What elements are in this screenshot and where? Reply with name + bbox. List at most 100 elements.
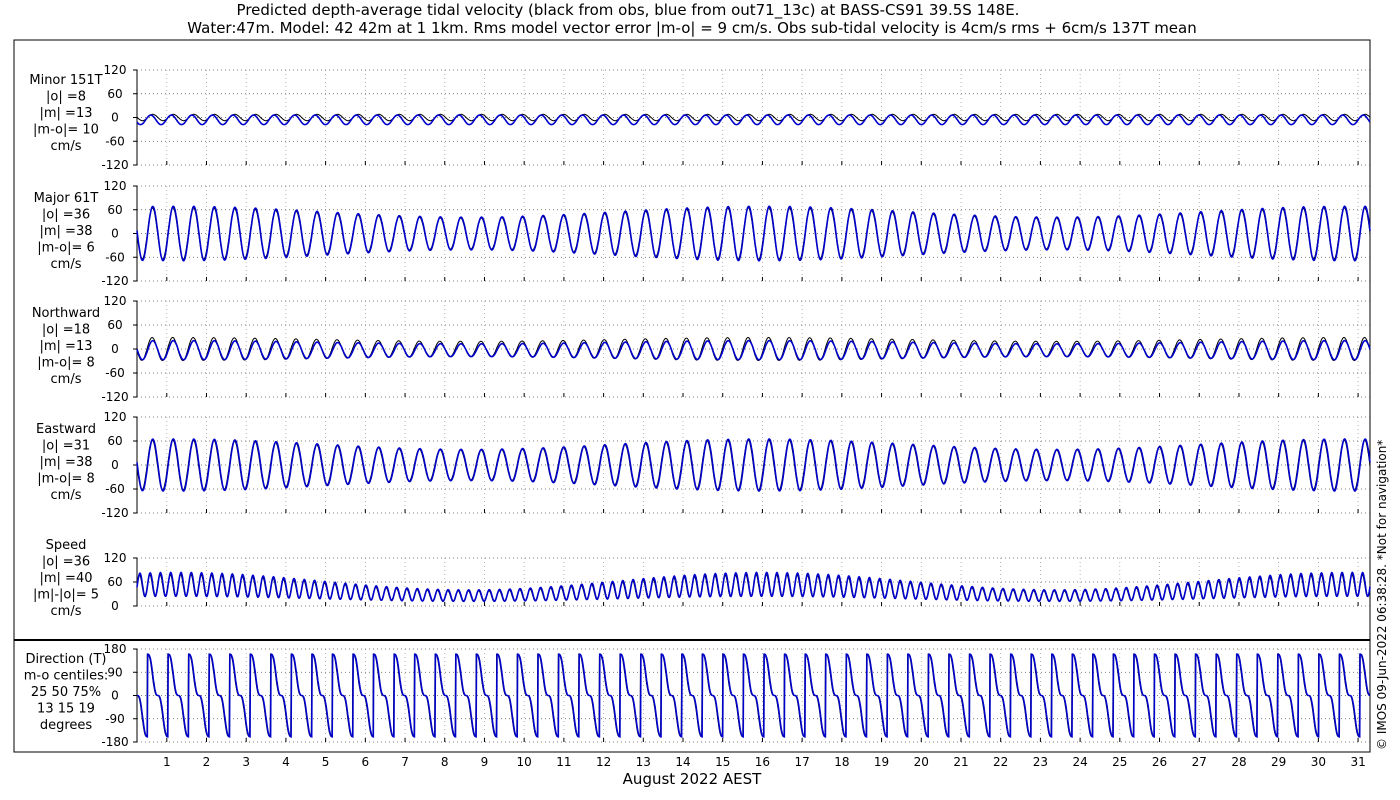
x-tick-label: 5 — [322, 755, 330, 769]
y-tick-label: -60 — [105, 482, 125, 496]
x-tick-label: 16 — [755, 755, 770, 769]
x-tick-label: 24 — [1072, 755, 1087, 769]
y-tick-label: 180 — [104, 642, 127, 656]
x-tick-label: 12 — [596, 755, 611, 769]
panel-label-line: degrees — [40, 718, 93, 733]
x-tick-label: 21 — [953, 755, 968, 769]
panel-label-line: |m-o|= 6 — [37, 241, 95, 256]
y-tick-label: -120 — [101, 390, 128, 404]
y-tick-label: 120 — [104, 410, 127, 424]
panel-label-line: |m|-|o|= 5 — [33, 588, 99, 603]
x-tick-label: 27 — [1192, 755, 1207, 769]
x-tick-label: 20 — [914, 755, 929, 769]
x-tick-label: 19 — [874, 755, 889, 769]
x-tick-label: 22 — [993, 755, 1008, 769]
panel-label-line: |m| =38 — [40, 224, 93, 239]
panel-major: 120 60 0 -60 -120 Major 61T |o| =36|m| =38 |m-o… — [34, 179, 1371, 288]
series-line-model-major — [136, 205, 1371, 262]
y-tick-label: 60 — [107, 575, 122, 589]
x-tick-label: 26 — [1152, 755, 1167, 769]
x-tick-label: 3 — [242, 755, 250, 769]
series-line-model-northward — [136, 339, 1371, 361]
panel-speed: 120 60 0 Speed |o| =36|m| =40 |m|-|o|= 5cm/s — [33, 538, 1371, 619]
y-tick-label: 120 — [104, 294, 127, 308]
y-tick-label: -120 — [101, 506, 128, 520]
y-tick-label: 0 — [111, 111, 119, 125]
panel-label-line: Northward — [32, 306, 100, 321]
x-tick-label: 8 — [441, 755, 449, 769]
x-tick-label: 15 — [715, 755, 730, 769]
panel-label-line: cm/s — [51, 139, 82, 154]
panel-label-line: cm/s — [51, 257, 82, 272]
y-tick-label: 60 — [107, 318, 122, 332]
y-tick-label: 120 — [104, 179, 127, 193]
panel-label-line: |m| =40 — [40, 571, 93, 586]
panel-label-line: |o| =18 — [42, 323, 90, 338]
x-tick-label: 2 — [203, 755, 211, 769]
y-tick-label: 0 — [111, 689, 119, 703]
panel-label-line: |m| =13 — [40, 339, 93, 354]
panel-label-line: cm/s — [51, 604, 82, 619]
panel-label-line: Direction (T) — [26, 652, 107, 667]
x-tick-label: 30 — [1311, 755, 1326, 769]
y-tick-label: -180 — [101, 735, 128, 749]
x-tick-label: 4 — [282, 755, 290, 769]
y-tick-label: -90 — [105, 712, 125, 726]
y-tick-label: 0 — [111, 458, 119, 472]
watermark: © IMOS 09-Jun-2022 06:38:28. *Not for na… — [1375, 440, 1389, 750]
y-tick-label: 120 — [104, 63, 127, 77]
panel-label-line: 25 50 75% — [31, 685, 101, 700]
panel-direction: 180 90 0 -90 -180 Direction (T) m-o centiles:2… — [24, 642, 1371, 749]
x-tick-label: 11 — [556, 755, 571, 769]
y-tick-label: -60 — [105, 250, 125, 264]
x-tick-label: 14 — [675, 755, 690, 769]
x-tick-label: 6 — [362, 755, 370, 769]
x-axis-label: August 2022 AEST — [623, 770, 762, 788]
x-tick-label: 25 — [1112, 755, 1127, 769]
panel-label-line: |m-o|= 8 — [37, 472, 95, 487]
y-tick-label: -60 — [105, 134, 125, 148]
x-tick-label: 31 — [1350, 755, 1365, 769]
y-tick-label: 60 — [107, 434, 122, 448]
panel-label-line: cm/s — [51, 488, 82, 503]
y-tick-label: 0 — [111, 227, 119, 241]
x-tick-label: 29 — [1271, 755, 1286, 769]
panel-northward: 120 60 0 -60 -120 Northward |o| =18|m| =13 |m-o… — [32, 294, 1371, 404]
panel-label-line: Minor 151T — [29, 73, 102, 88]
panel-label-line: |o| =36 — [42, 555, 90, 570]
tidal-velocity-figure: Predicted depth-average tidal velocity (… — [13, 1, 1389, 788]
panel-eastward: 120 60 0 -60 -120 Eastward |o| =31|m| =38 |m-o|… — [36, 410, 1371, 520]
y-tick-label: -120 — [101, 158, 128, 172]
panel-label-line: m-o centiles: — [24, 669, 109, 684]
x-tick-label: 7 — [401, 755, 409, 769]
panel-label-line: |m-o|= 8 — [37, 356, 95, 371]
x-tick-label: 13 — [636, 755, 651, 769]
x-tick-label: 17 — [795, 755, 810, 769]
figure-title-line2: Water:47m. Model: 42 42m at 1 1km. Rms m… — [187, 19, 1196, 37]
panel-label-line: |m-o|= 10 — [33, 123, 99, 138]
y-tick-label: 60 — [107, 203, 122, 217]
y-tick-label: 60 — [107, 87, 122, 101]
y-tick-label: 0 — [111, 599, 119, 613]
x-tick-label: 9 — [481, 755, 489, 769]
x-tick-label: 18 — [834, 755, 849, 769]
x-tick-label: 23 — [1033, 755, 1048, 769]
series-line-model-speed — [136, 571, 1371, 603]
x-tick-label: 28 — [1231, 755, 1246, 769]
panel-label-line: cm/s — [51, 372, 82, 387]
series-line-obs-minor — [136, 113, 1371, 122]
x-tick-label: 10 — [517, 755, 532, 769]
panel-label-line: |o| =31 — [42, 439, 90, 454]
panel-label-line: |m| =38 — [40, 455, 93, 470]
panel-label-line: |m| =13 — [40, 106, 93, 121]
outer-frame — [13, 39, 1371, 753]
x-tick-label: 1 — [163, 755, 171, 769]
panel-label-line: Major 61T — [34, 191, 99, 206]
panel-label-line: |o| =8 — [46, 90, 86, 105]
y-tick-label: -120 — [101, 274, 128, 288]
y-tick-label: 90 — [107, 665, 122, 679]
series-line-model-direction — [137, 653, 1371, 738]
panel-label-line: Eastward — [36, 422, 96, 437]
y-tick-label: -60 — [105, 366, 125, 380]
panel-minor: 120 60 0 -60 -120 Minor 151T |o| =8|m| =13 |m-o… — [29, 63, 1371, 172]
